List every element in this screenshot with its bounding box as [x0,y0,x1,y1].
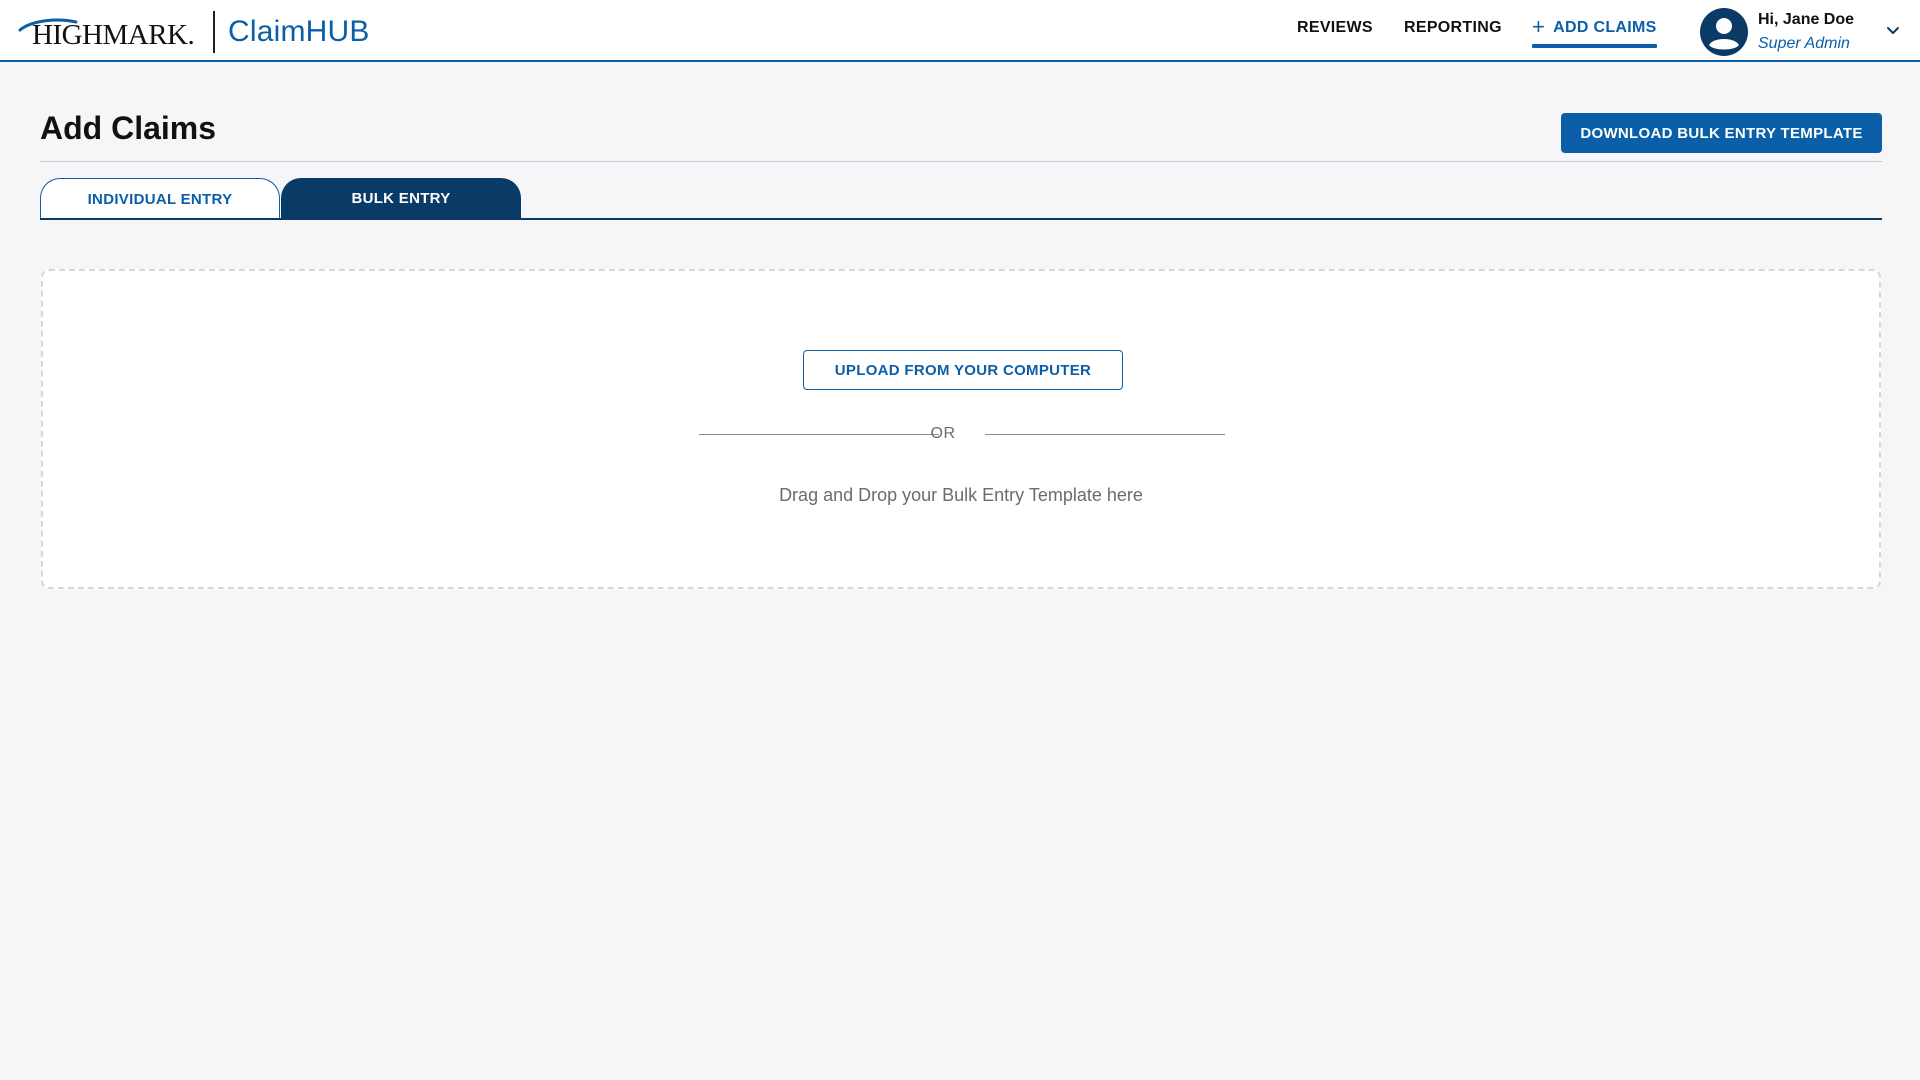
upload-from-computer-button[interactable]: UPLOAD FROM YOUR COMPUTER [803,350,1123,390]
highmark-logo: HIGHMARK. [18,12,198,52]
user-greeting: Hi, Jane Doe [1758,11,1855,28]
file-dropzone[interactable]: UPLOAD FROM YOUR COMPUTER OR Drag and Dr… [41,269,1881,589]
logo-text: HIGHMARK. [32,19,195,51]
user-role: Super Admin [1758,35,1850,52]
page-title: Add Claims [40,110,217,146]
or-divider-right [985,434,1225,435]
tab-individual-entry[interactable]: INDIVIDUAL ENTRY [40,178,280,219]
product-name: ClaimHUB [228,15,370,48]
chevron-down-icon[interactable] [1884,22,1902,40]
tab-divider [40,218,1882,220]
nav-add-claims[interactable]: + ADD CLAIMS [1532,14,1657,48]
plus-icon: + [1532,14,1546,39]
or-divider-left [699,434,939,435]
brand-divider [213,11,215,53]
active-nav-underline [1532,44,1657,48]
nav-add-claims-label: ADD CLAIMS [1553,19,1657,36]
brand[interactable]: HIGHMARK. ClaimHUB [18,11,369,53]
title-divider [40,161,1882,162]
or-separator: OR [930,425,956,442]
download-template-button[interactable]: DOWNLOAD BULK ENTRY TEMPLATE [1561,113,1882,153]
nav-reviews[interactable]: REVIEWS [1297,19,1373,37]
dropzone-instruction: Drag and Drop your Bulk Entry Template h… [779,485,1143,505]
tab-bulk-entry[interactable]: BULK ENTRY [281,178,521,219]
user-avatar-icon[interactable] [1699,7,1749,57]
nav-reporting[interactable]: REPORTING [1404,19,1502,37]
top-header: HIGHMARK. ClaimHUB REVIEWS REPORTING + AD… [0,0,1920,62]
